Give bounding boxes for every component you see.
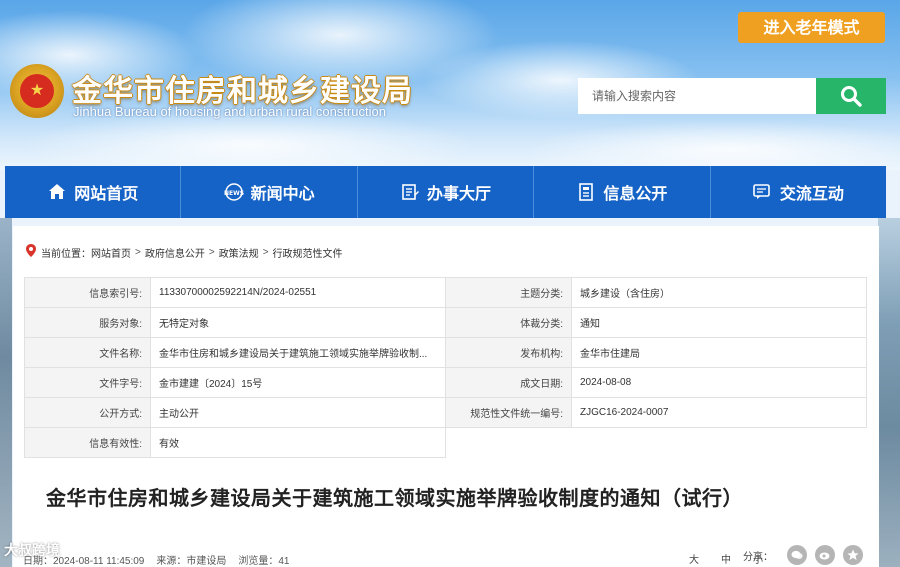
date-value: 2024-08-08 [571, 367, 867, 398]
site-subtitle: Jinhua Bureau of housing and urban rural… [73, 104, 386, 119]
genre-label: 体裁分类: [445, 307, 572, 338]
chat-icon [753, 182, 773, 202]
search-bar [578, 78, 886, 114]
table-row: 信息索引号: 11330700002592214N/2024-02551 主题分… [24, 277, 867, 308]
topic-value: 城乡建设（含住房） [571, 277, 867, 308]
location-pin-icon [26, 244, 36, 260]
target-value: 无特定对象 [150, 307, 446, 338]
breadcrumb-separator: > [208, 246, 215, 258]
watermark-logo: 大叔跨境 [4, 543, 60, 559]
breadcrumb-separator: > [135, 246, 141, 258]
nav-item-label: 信息公开 [603, 184, 668, 203]
weibo-share-icon[interactable] [815, 545, 835, 565]
table-row: 服务对象: 无特定对象 体裁分类: 通知 [24, 307, 867, 338]
document-icon [576, 182, 596, 202]
nav-item-interaction[interactable]: 交流互动 [711, 166, 886, 218]
main-content: 当前位置： 网站首页 > 政府信息公开 > 政策法规 > 行政规范性文件 信息索… [13, 226, 879, 567]
news-icon: NEWS [224, 182, 244, 202]
breadcrumb-link-gov-info[interactable]: 政府信息公开 [145, 245, 205, 260]
breadcrumb-prefix: 当前位置： [41, 248, 91, 260]
article-source: 来源：市建设局 [156, 555, 227, 567]
side-scenery-left [0, 218, 12, 567]
form-icon [400, 182, 420, 202]
svg-text:NEWS: NEWS [224, 190, 244, 197]
main-nav: 网站首页 NEWS 新闻中心 办事大厅 信息公开 交流互动 [5, 166, 886, 218]
docno-label: 文件字号: [24, 367, 151, 398]
breadcrumb-link-policy[interactable]: 政策法规 [219, 245, 259, 260]
filename-label: 文件名称: [24, 337, 151, 368]
qzone-share-icon[interactable] [843, 545, 863, 565]
target-label: 服务对象: [24, 307, 151, 338]
breadcrumb: 当前位置： 网站首页 > 政府信息公开 > 政策法规 > 行政规范性文件 [26, 244, 343, 260]
topic-label: 主题分类: [445, 277, 572, 308]
nav-item-news[interactable]: NEWS 新闻中心 [181, 166, 358, 218]
nav-item-service-hall[interactable]: 办事大厅 [358, 166, 535, 218]
date-label: 成文日期: [445, 367, 572, 398]
table-row: 公开方式: 主动公开 规范性文件统一编号: ZJGC16-2024-0007 [24, 397, 867, 428]
index-label: 信息索引号: [24, 277, 151, 308]
header-banner: ★ 金华市住房和城乡建设局 Jinhua Bureau of housing a… [0, 0, 900, 170]
font-size-medium-button[interactable]: 中 [721, 551, 731, 566]
nav-item-label: 办事大厅 [427, 184, 492, 203]
code-value: ZJGC16-2024-0007 [571, 397, 867, 428]
table-row: 文件字号: 金市建建〔2024〕15号 成文日期: 2024-08-08 [24, 367, 867, 398]
disclosure-label: 公开方式: [24, 397, 151, 428]
validity-value: 有效 [150, 427, 446, 458]
publisher-label: 发布机构: [445, 337, 572, 368]
search-icon [841, 86, 862, 107]
wechat-share-icon[interactable] [787, 545, 807, 565]
breadcrumb-link-normative-docs[interactable]: 行政规范性文件 [273, 245, 343, 260]
national-emblem-icon: ★ [10, 64, 64, 118]
nav-item-home[interactable]: 网站首页 [5, 166, 182, 218]
breadcrumb-separator: > [262, 246, 269, 258]
share-label: 分享： [743, 551, 773, 563]
code-label: 规范性文件统一编号: [445, 397, 572, 428]
table-row: 信息有效性: 有效 [24, 427, 867, 458]
table-empty-cell [571, 427, 867, 458]
article-meta: 日期：2024-08-11 11:45:09 来源：市建设局 浏览量：41 大 … [23, 545, 863, 567]
disclosure-value: 主动公开 [150, 397, 446, 428]
nav-item-info-disclosure[interactable]: 信息公开 [534, 166, 711, 218]
article-title: 金华市住房和城乡建设局关于建筑施工领域实施举牌验收制度的通知（试行） [46, 486, 743, 510]
nav-item-label: 网站首页 [74, 184, 139, 203]
validity-label: 信息有效性: [24, 427, 151, 458]
search-button[interactable] [816, 78, 886, 114]
table-empty-cell [445, 427, 572, 458]
side-scenery-right [878, 218, 900, 567]
docno-value: 金市建建〔2024〕15号 [150, 367, 446, 398]
nav-item-label: 新闻中心 [250, 184, 315, 203]
genre-value: 通知 [571, 307, 867, 338]
article-views: 浏览量：41 [238, 555, 290, 567]
index-value: 11330700002592214N/2024-02551 [150, 277, 446, 308]
elder-mode-button[interactable]: 进入老年模式 [738, 12, 885, 43]
document-info-table: 信息索引号: 11330700002592214N/2024-02551 主题分… [24, 277, 867, 458]
breadcrumb-link-home[interactable]: 网站首页 [91, 245, 131, 260]
share-bar: 分享： [743, 545, 863, 565]
table-row: 文件名称: 金华市住房和城乡建设局关于建筑施工领域实施举牌验收制... 发布机构… [24, 337, 867, 368]
filename-value: 金华市住房和城乡建设局关于建筑施工领域实施举牌验收制... [150, 337, 446, 368]
font-size-large-button[interactable]: 大 [689, 551, 699, 566]
nav-item-label: 交流互动 [779, 184, 844, 203]
search-input[interactable] [578, 78, 816, 114]
publisher-value: 金华市住建局 [571, 337, 867, 368]
home-icon [47, 182, 67, 202]
